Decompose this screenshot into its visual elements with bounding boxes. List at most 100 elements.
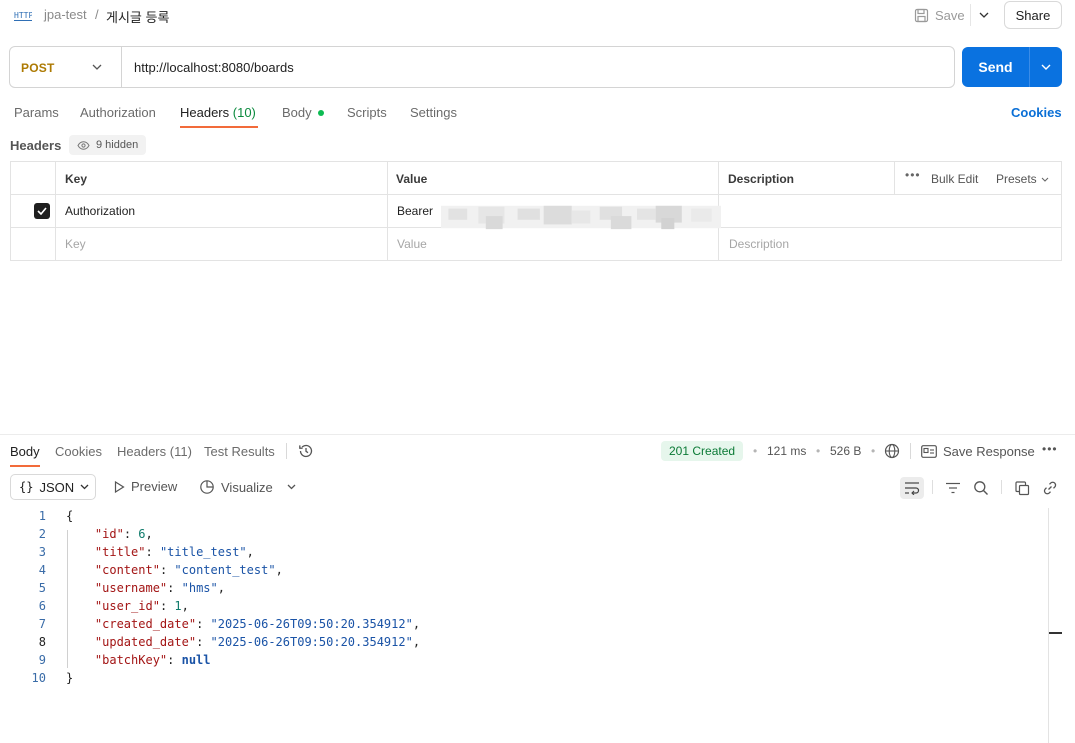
chevron-down-icon[interactable] bbox=[287, 484, 296, 490]
more-options-icon[interactable]: ••• bbox=[1042, 442, 1058, 456]
chevron-down-icon bbox=[1041, 64, 1051, 70]
json-value-updated-date: 2025-06-26T09:50:20.354912 bbox=[217, 635, 406, 649]
header-enabled-checkbox[interactable] bbox=[34, 203, 50, 219]
breadcrumb-collection[interactable]: jpa-test bbox=[44, 7, 87, 22]
tab-params[interactable]: Params bbox=[14, 105, 59, 120]
code-line: } bbox=[66, 671, 74, 685]
checkmark-icon bbox=[37, 207, 47, 215]
request-bar: POST http://localhost:8080/boards bbox=[9, 46, 955, 88]
cookies-link[interactable]: Cookies bbox=[1011, 105, 1062, 120]
copy-button[interactable] bbox=[1010, 477, 1034, 499]
response-tab-headers[interactable]: Headers (11) bbox=[117, 444, 192, 459]
divider bbox=[1001, 480, 1002, 494]
tab-body[interactable]: Body bbox=[282, 105, 324, 120]
line-number: 3 bbox=[38, 545, 46, 559]
column-key: Key bbox=[65, 172, 88, 186]
format-label: JSON bbox=[39, 479, 75, 495]
scrollbar-marker bbox=[1049, 632, 1062, 634]
response-size[interactable]: 526 B bbox=[830, 444, 861, 458]
wrap-icon bbox=[905, 482, 920, 495]
response-tab-test-results[interactable]: Test Results bbox=[204, 444, 275, 459]
line-number: 6 bbox=[38, 599, 46, 613]
new-description-input[interactable]: Description bbox=[729, 237, 789, 251]
save-options-button[interactable] bbox=[970, 4, 996, 26]
redacted-token bbox=[441, 205, 721, 230]
send-button-group: Send bbox=[962, 47, 1062, 87]
url-input[interactable]: http://localhost:8080/boards bbox=[134, 60, 294, 75]
code-line: "updated_date": "2025-06-26T09:50:20.354… bbox=[94, 635, 421, 649]
json-value-username: hms bbox=[188, 581, 211, 595]
top-bar: HTTP jpa-test / 게시글 등록 Save Share bbox=[0, 0, 1075, 32]
visualize-button[interactable]: Visualize bbox=[199, 479, 273, 495]
save-icon bbox=[914, 8, 929, 22]
breadcrumb-request-name[interactable]: 게시글 등록 bbox=[106, 7, 169, 26]
save-response-button[interactable]: Save Response bbox=[921, 444, 1035, 459]
tab-headers[interactable]: Headers (10) bbox=[180, 105, 256, 120]
history-icon[interactable] bbox=[298, 443, 314, 459]
globe-icon[interactable] bbox=[884, 443, 900, 459]
hidden-headers-toggle[interactable]: 9 hidden bbox=[69, 135, 147, 155]
line-number: 10 bbox=[31, 671, 46, 685]
json-value-created-date: 2025-06-26T09:50:20.354912 bbox=[217, 617, 406, 631]
line-number: 4 bbox=[38, 563, 46, 577]
response-tab-cookies[interactable]: Cookies bbox=[55, 444, 102, 459]
separator-dot: • bbox=[753, 444, 758, 458]
visualize-icon bbox=[200, 480, 214, 494]
divider bbox=[121, 47, 122, 87]
copy-icon bbox=[1014, 480, 1029, 495]
bulk-edit-button[interactable]: Bulk Edit bbox=[931, 172, 978, 186]
presets-label: Presets bbox=[996, 172, 1037, 186]
tab-body-label: Body bbox=[282, 105, 312, 120]
format-select[interactable]: {} JSON bbox=[10, 474, 96, 500]
tab-authorization[interactable]: Authorization bbox=[80, 105, 156, 120]
send-button[interactable]: Send bbox=[962, 47, 1029, 87]
code-line: "user_id": 1, bbox=[94, 599, 189, 613]
copy-link-button[interactable] bbox=[1038, 477, 1062, 499]
response-time[interactable]: 121 ms bbox=[767, 444, 806, 458]
method-select[interactable]: POST bbox=[21, 61, 54, 75]
play-icon bbox=[114, 480, 125, 493]
status-badge[interactable]: 201 Created bbox=[661, 441, 744, 461]
divider bbox=[387, 162, 388, 260]
column-value: Value bbox=[396, 172, 428, 186]
code-line: "content": "content_test", bbox=[94, 563, 283, 577]
response-tab-body[interactable]: Body bbox=[10, 444, 40, 459]
send-options-button[interactable] bbox=[1030, 47, 1062, 87]
search-button[interactable] bbox=[969, 477, 993, 499]
line-number: 5 bbox=[38, 581, 46, 595]
svg-text:HTTP: HTTP bbox=[14, 11, 32, 20]
filter-button[interactable] bbox=[941, 477, 965, 499]
line-number: 2 bbox=[38, 527, 46, 541]
chevron-down-icon bbox=[1041, 177, 1049, 182]
save-response-label: Save Response bbox=[943, 444, 1035, 459]
column-description: Description bbox=[728, 172, 795, 186]
wrap-lines-button[interactable] bbox=[900, 477, 924, 499]
presets-dropdown[interactable]: Presets bbox=[996, 172, 1049, 186]
chevron-down-icon[interactable] bbox=[92, 64, 102, 70]
response-body-editor[interactable]: 1 2 3 4 5 6 7 8 9 10 { "id": 6, "title":… bbox=[0, 508, 1048, 743]
save-response-icon bbox=[921, 445, 937, 458]
modified-dot-icon bbox=[317, 109, 324, 116]
header-value-cell[interactable]: Bearer bbox=[397, 204, 433, 218]
filter-icon bbox=[946, 482, 960, 494]
tab-scripts[interactable]: Scripts bbox=[347, 105, 387, 120]
table-row: Key Value Description bbox=[11, 228, 1061, 261]
code-line: "username": "hms", bbox=[94, 581, 225, 595]
preview-button[interactable]: Preview bbox=[114, 479, 177, 494]
headers-section-title: Headers bbox=[10, 138, 62, 153]
new-value-input[interactable]: Value bbox=[397, 237, 427, 251]
new-key-input[interactable]: Key bbox=[65, 237, 86, 251]
line-number: 8 bbox=[38, 635, 46, 649]
tab-settings[interactable]: Settings bbox=[410, 105, 457, 120]
scrollbar[interactable] bbox=[1048, 508, 1049, 743]
save-button[interactable]: Save bbox=[910, 4, 970, 26]
active-tab-indicator bbox=[180, 126, 258, 128]
chevron-down-icon bbox=[80, 484, 89, 490]
more-options-icon[interactable]: ••• bbox=[905, 168, 921, 182]
divider bbox=[910, 443, 911, 459]
code-line: "created_date": "2025-06-26T09:50:20.354… bbox=[94, 617, 421, 631]
share-button[interactable]: Share bbox=[1004, 1, 1062, 29]
tab-headers-label: Headers bbox=[180, 105, 230, 120]
header-key-cell[interactable]: Authorization bbox=[65, 204, 135, 218]
indent-guide bbox=[67, 530, 68, 668]
